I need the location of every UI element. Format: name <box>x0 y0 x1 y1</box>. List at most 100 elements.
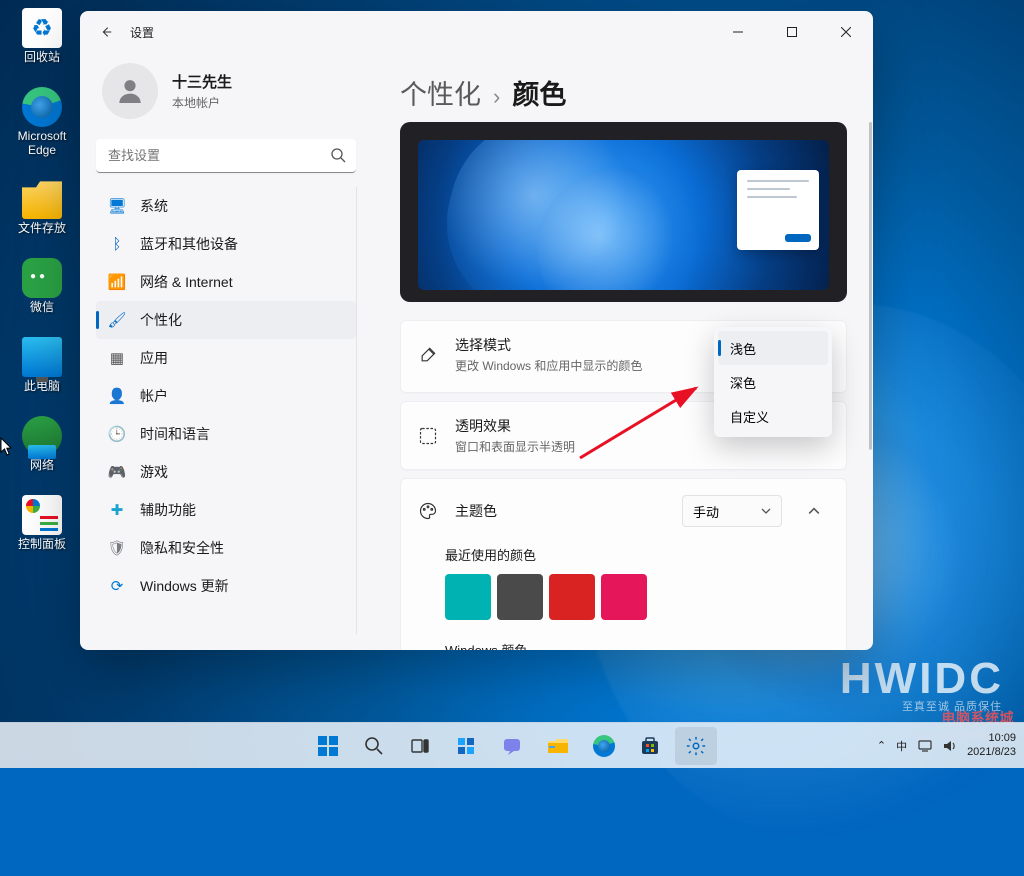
desktop-icon-folder[interactable]: 文件存放 <box>6 177 78 238</box>
network-icon <box>22 416 62 456</box>
nav-label: 网络 & Internet <box>140 272 233 292</box>
nav-list: 🖥 系统 ᛒ蓝牙和其他设备 📶 网络 & Internet 🖌 个性化 ▦应用👤帐户🕒时间和语… <box>96 187 357 634</box>
nav-icon: ⟳ <box>108 577 126 595</box>
theme-preview <box>400 122 847 302</box>
user-account-type: 本地帐户 <box>172 94 232 111</box>
nav-item-4[interactable]: ▦应用 <box>96 339 356 377</box>
mode-dropdown[interactable]: 浅色深色自定义 <box>714 327 832 437</box>
nav-item-7[interactable]: 🎮游戏 <box>96 453 356 491</box>
search-input[interactable] <box>96 139 356 173</box>
breadcrumb: 个性化 › 颜色 <box>372 53 873 122</box>
scrollbar[interactable] <box>869 122 872 650</box>
taskbar[interactable]: ⌃ 中 10:09 2021/8/23 <box>0 722 1024 768</box>
transparency-sub: 窗口和表面显示半透明 <box>455 438 830 455</box>
nav-label: 应用 <box>140 348 168 368</box>
color-swatch[interactable] <box>445 574 491 620</box>
recycle-bin-icon <box>22 8 62 48</box>
start-button[interactable] <box>307 727 349 765</box>
maximize-button[interactable] <box>769 16 815 48</box>
palette-icon <box>417 500 439 522</box>
nav-item-3[interactable]: 🖌 个性化 <box>96 301 356 339</box>
desktop-icon-recycle-bin[interactable]: 回收站 <box>6 6 78 67</box>
nav-label: 蓝牙和其他设备 <box>140 234 238 254</box>
windows-colors-label: Windows 颜色 <box>445 640 832 650</box>
color-swatch[interactable] <box>549 574 595 620</box>
desktop-icons: 回收站 Microsoft Edge 文件存放 微信 此电脑 网络 控制面板 <box>6 6 78 553</box>
transparency-icon <box>417 425 439 447</box>
accent-color-card[interactable]: 主题色 手动 最近使用的颜色 Windows 颜色 <box>400 478 847 650</box>
back-button[interactable] <box>90 16 122 48</box>
settings-window: 设置 十三先生 本地帐户 🖥系统ᛒ蓝牙和其 <box>80 11 873 650</box>
chevron-right-icon: › <box>493 84 500 110</box>
user-name: 十三先生 <box>172 71 232 92</box>
nav-item-10[interactable]: ⟳ Windows 更新 <box>96 567 356 605</box>
nav-item-9[interactable]: 🛡 隐私和安全性 <box>96 529 356 567</box>
search-box[interactable] <box>96 139 356 173</box>
taskbar-settings[interactable] <box>675 727 717 765</box>
nav-item-6[interactable]: 🕒时间和语言 <box>96 415 356 453</box>
nav-label: 帐户 <box>140 386 168 406</box>
nav-icon: 🖥 <box>108 197 126 215</box>
avatar <box>102 63 158 119</box>
mode-option[interactable]: 深色 <box>718 365 828 399</box>
nav-label: 个性化 <box>140 310 182 330</box>
minimize-button[interactable] <box>715 16 761 48</box>
collapse-button[interactable] <box>798 495 830 527</box>
taskbar-edge[interactable] <box>583 727 625 765</box>
taskbar-explorer[interactable] <box>537 727 579 765</box>
recent-colors-row <box>445 574 832 620</box>
edge-icon <box>22 87 62 127</box>
desktop-icon-wechat[interactable]: 微信 <box>6 256 78 317</box>
taskbar-taskview[interactable] <box>399 727 441 765</box>
nav-label: Windows 更新 <box>140 576 229 596</box>
nav-item-2[interactable]: 📶 网络 & Internet <box>96 263 356 301</box>
sidebar: 十三先生 本地帐户 🖥 系统 ᛒ蓝牙和其他设备 📶 网络 & Internet 🖌 个性化 ▦… <box>80 53 372 650</box>
accent-title: 主题色 <box>455 501 666 521</box>
taskbar-search[interactable] <box>353 727 395 765</box>
nav-item-1[interactable]: ᛒ蓝牙和其他设备 <box>96 225 356 263</box>
nav-item-0[interactable]: 🖥 系统 <box>96 187 356 225</box>
nav-icon: 🛡 <box>108 539 126 557</box>
breadcrumb-parent[interactable]: 个性化 <box>400 73 481 112</box>
search-icon <box>330 147 346 163</box>
window-title: 设置 <box>130 24 154 41</box>
nav-icon: ✚ <box>108 501 126 519</box>
nav-icon: 📶 <box>108 273 126 291</box>
accent-mode-select[interactable]: 手动 <box>682 495 782 527</box>
tray-network-icon[interactable] <box>917 738 933 754</box>
tray-ime[interactable]: 中 <box>896 738 907 754</box>
taskbar-tray: ⌃ 中 10:09 2021/8/23 <box>877 732 1016 758</box>
nav-label: 系统 <box>140 196 168 216</box>
folder-icon <box>22 179 62 219</box>
content-pane: 个性化 › 颜色 <box>372 53 873 650</box>
user-account-row[interactable]: 十三先生 本地帐户 <box>96 53 356 137</box>
nav-icon: 🖌 <box>108 311 126 329</box>
close-button[interactable] <box>823 16 869 48</box>
nav-label: 辅助功能 <box>140 500 196 520</box>
nav-label: 游戏 <box>140 462 168 482</box>
nav-label: 隐私和安全性 <box>140 538 224 558</box>
taskbar-widgets[interactable] <box>445 727 487 765</box>
wechat-icon <box>22 258 62 298</box>
color-swatch[interactable] <box>497 574 543 620</box>
nav-item-8[interactable]: ✚ 辅助功能 <box>96 491 356 529</box>
mode-option[interactable]: 浅色 <box>718 331 828 365</box>
desktop-icon-edge[interactable]: Microsoft Edge <box>6 85 78 160</box>
desktop-icon-network[interactable]: 网络 <box>6 414 78 475</box>
tray-overflow[interactable]: ⌃ <box>877 739 886 752</box>
tray-clock[interactable]: 10:09 2021/8/23 <box>967 732 1016 758</box>
nav-icon: 🕒 <box>108 425 126 443</box>
desktop-icon-control-panel[interactable]: 控制面板 <box>6 493 78 554</box>
choose-mode-card[interactable]: 选择模式 更改 Windows 和应用中显示的颜色 浅色深色自定义 <box>400 320 847 393</box>
tray-volume-icon[interactable] <box>941 738 957 754</box>
brush-icon <box>417 344 439 366</box>
mode-option[interactable]: 自定义 <box>718 399 828 433</box>
desktop-icon-this-pc[interactable]: 此电脑 <box>6 335 78 396</box>
taskbar-chat[interactable] <box>491 727 533 765</box>
color-swatch[interactable] <box>601 574 647 620</box>
taskbar-store[interactable] <box>629 727 671 765</box>
titlebar[interactable]: 设置 <box>80 11 873 53</box>
content-scroll[interactable]: 选择模式 更改 Windows 和应用中显示的颜色 浅色深色自定义 透明效果 窗… <box>372 122 873 650</box>
preview-window-mock <box>737 170 819 250</box>
nav-item-5[interactable]: 👤帐户 <box>96 377 356 415</box>
